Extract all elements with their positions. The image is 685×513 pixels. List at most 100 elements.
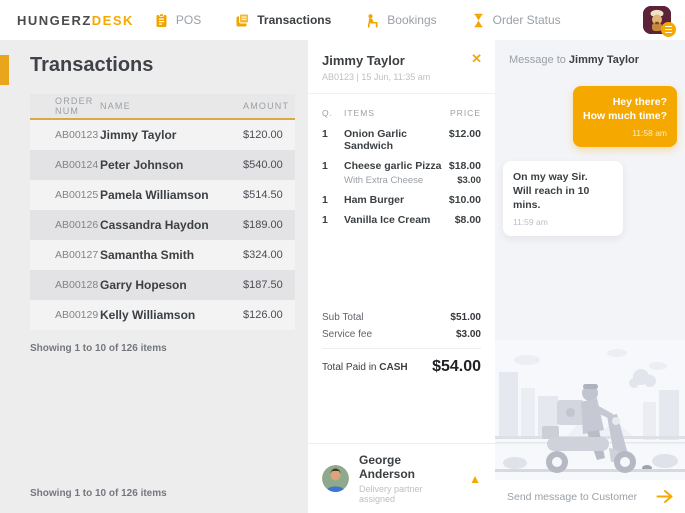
order-item: 1 Ham Burger $10.00 (322, 194, 481, 206)
order-customer-name: Jimmy Taylor (322, 53, 405, 68)
column-header-amount: AMOUNT (243, 101, 290, 111)
message-line: Hey there? (612, 96, 667, 108)
order-detail-panel: Jimmy Taylor AB0123 | 15 Jun, 11:35 am ✕… (308, 40, 495, 513)
courier-status: Delivery partner assigned (359, 484, 423, 504)
message-time: 11:58 am (632, 128, 667, 139)
expand-up-icon[interactable]: ▲ (469, 472, 481, 486)
nav-item-pos[interactable]: POS (154, 12, 202, 28)
nav-label-bookings: Bookings (387, 13, 437, 27)
chat-message-input[interactable] (507, 490, 648, 503)
chat-header: Message to Jimmy Taylor (495, 40, 685, 70)
amount-cell: $324.00 (243, 249, 283, 261)
courier-name: George Anderson (359, 453, 416, 481)
items-header-row: Q. ITEMS PRICE (322, 108, 481, 118)
name-cell: Samantha Smith (100, 248, 195, 262)
order-num-cell: AB00127 (55, 249, 99, 261)
total-paid-value: $54.00 (432, 358, 481, 375)
table-row[interactable]: AB00126 Cassandra Haydon $189.00 (30, 210, 295, 240)
order-num-cell: AB00124 (55, 159, 99, 171)
amount-cell: $514.50 (243, 189, 283, 201)
message-line: How much time? (582, 110, 667, 123)
service-fee-row: Service fee $3.00 (322, 329, 481, 340)
column-header-order-num: ORDER NUM (55, 96, 94, 116)
order-num-cell: AB00129 (55, 309, 99, 321)
table-row[interactable]: AB00123 Jimmy Taylor $120.00 (30, 120, 295, 150)
subtotal-row: Sub Total $51.00 (322, 312, 481, 323)
order-meta: AB0123 | 15 Jun, 11:35 am (322, 72, 431, 82)
message-line: On my way Sir. (513, 170, 588, 183)
nav-label-transactions: Transactions (257, 13, 332, 27)
name-cell: Jimmy Taylor (100, 128, 177, 142)
total-paid-label: Total Paid in CASH (322, 362, 408, 373)
items-col-price: PRICE (450, 108, 481, 118)
order-status-icon (471, 13, 486, 28)
order-num-cell: AB00123 (55, 129, 99, 141)
order-item-addon: With Extra Cheese $3.00 (322, 175, 481, 186)
chat-header-prefix: Message to (509, 54, 569, 66)
column-header-name: NAME (100, 101, 131, 111)
logo-text-primary: HUNGERZ (17, 12, 92, 28)
delivery-partner-bar[interactable]: George Anderson Delivery partner assigne… (308, 443, 495, 513)
item-price: $18.00 (448, 160, 481, 172)
nav-label-order-status: Order Status (492, 13, 561, 27)
service-fee-label: Service fee (322, 329, 373, 340)
chat-message-customer: Hey there? How much time? 11:58 am (572, 86, 677, 147)
transactions-panel: Transactions ORDER NUM NAME AMOUNT AB001… (0, 40, 308, 513)
delivery-illustration (495, 340, 685, 480)
service-fee-value: $3.00 (455, 329, 481, 340)
message-line: Will reach in 10 mins. (513, 184, 590, 212)
nav-item-bookings[interactable]: Bookings (365, 13, 437, 28)
name-cell: Kelly Williamson (100, 308, 196, 322)
order-item: 1 Cheese garlic Pizza $18.00 (322, 160, 481, 172)
order-totals: Sub Total $51.00 Service fee $3.00 Total… (308, 312, 495, 376)
amount-cell: $120.00 (243, 129, 283, 141)
chat-message-agent: On my way Sir. Will reach in 10 mins. 11… (503, 160, 623, 236)
amount-cell: $126.00 (243, 309, 283, 321)
main-content: Transactions ORDER NUM NAME AMOUNT AB001… (0, 40, 685, 513)
total-paid-row: Total Paid in CASH $54.00 (322, 348, 481, 376)
order-num-cell: AB00125 (55, 189, 99, 201)
total-label-prefix: Total Paid in (322, 361, 380, 373)
title-accent-bar (0, 55, 9, 85)
brand-logo[interactable]: HUNGERZDESK (17, 13, 134, 28)
chat-panel: Message to Jimmy Taylor Hey there? How m… (495, 40, 685, 513)
table-row[interactable]: AB00128 Garry Hopeson $187.50 (30, 270, 295, 300)
close-icon[interactable]: ✕ (471, 52, 482, 65)
amount-cell: $187.50 (243, 279, 283, 291)
order-item: 1 Vanilla Ice Cream $8.00 (322, 214, 481, 226)
nav-item-order-status[interactable]: Order Status (471, 13, 561, 28)
addon-name: With Extra Cheese (344, 175, 424, 186)
order-num-cell: AB00128 (55, 279, 99, 291)
item-qty: 1 (322, 160, 328, 172)
order-item: 1 Onion Garlic Sandwich $12.00 (322, 128, 481, 152)
item-price: $8.00 (454, 214, 481, 226)
order-detail-header: Jimmy Taylor AB0123 | 15 Jun, 11:35 am ✕ (308, 40, 495, 94)
send-icon[interactable] (656, 488, 673, 505)
subtotal-label: Sub Total (322, 312, 364, 323)
subtotal-value: $51.00 (450, 312, 481, 323)
name-cell: Peter Johnson (100, 158, 184, 172)
name-cell: Garry Hopeson (100, 278, 187, 292)
profile-avatar[interactable] (643, 6, 676, 37)
payment-method: CASH (379, 361, 408, 373)
profile-menu-icon[interactable] (661, 22, 676, 37)
app-window: HUNGERZDESK POS Transactions Bookings Or… (0, 0, 685, 513)
logo-text-accent: DESK (91, 12, 134, 28)
item-name: Onion Garlic Sandwich (344, 128, 408, 152)
table-row[interactable]: AB00124 Peter Johnson $540.00 (30, 150, 295, 180)
order-num-cell: AB00126 (55, 219, 99, 231)
table-row[interactable]: AB00127 Samantha Smith $324.00 (30, 240, 295, 270)
page-title: Transactions (30, 54, 154, 76)
nav-label-pos: POS (175, 13, 202, 27)
table-row[interactable]: AB00125 Pamela Williamson $514.50 (30, 180, 295, 210)
pagination-status: Showing 1 to 10 of 126 items (30, 343, 167, 354)
nav-item-transactions[interactable]: Transactions (235, 13, 331, 28)
table-row[interactable]: AB00129 Kelly Williamson $126.00 (30, 300, 295, 330)
amount-cell: $540.00 (243, 159, 283, 171)
chat-input-bar (495, 480, 685, 513)
item-qty: 1 (322, 194, 328, 206)
message-time: 11:59 am (513, 217, 548, 228)
addon-price: $3.00 (457, 175, 481, 186)
pagination-status-bottom: Showing 1 to 10 of 126 items (30, 488, 167, 499)
order-items-list: Q. ITEMS PRICE 1 Onion Garlic Sandwich $… (308, 94, 495, 234)
